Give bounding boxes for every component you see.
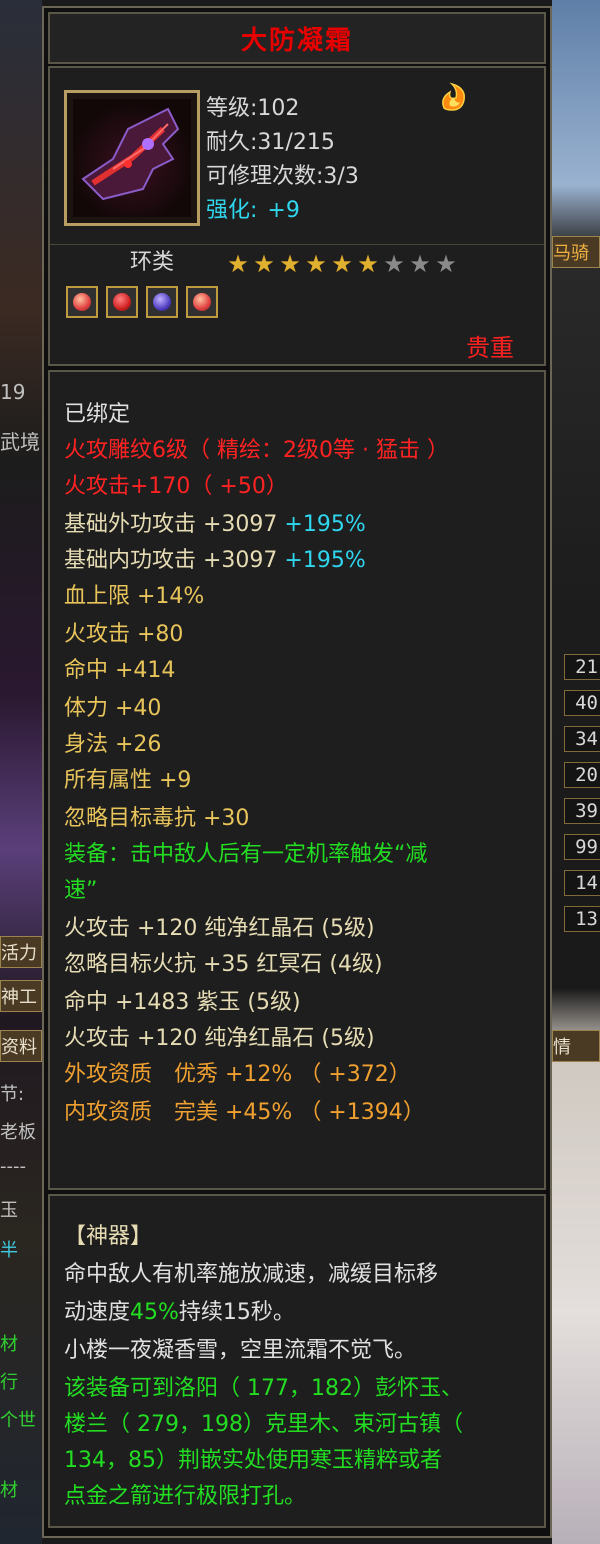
star-filled-icon: ★ bbox=[227, 250, 249, 278]
bg-stat-box: 13 bbox=[564, 906, 600, 932]
bg-text: 个世 bbox=[0, 1410, 36, 1431]
bg-text: 行 bbox=[0, 1372, 18, 1393]
outer-attack-quality: 外攻资质 优秀 +12% （ +372） bbox=[64, 1062, 411, 1087]
item-icon-frame bbox=[64, 90, 200, 226]
star-filled-icon: ★ bbox=[331, 250, 353, 278]
base-outer-attack: 基础外功攻击 +3097 +195% bbox=[64, 506, 366, 538]
bg-stat-box: 21 bbox=[564, 654, 600, 680]
bg-text: 材 bbox=[0, 1480, 18, 1501]
attributes-section: 已绑定 火攻雕纹6级（ 精绘：2级0等 · 猛击 ） 火攻击+170（ +50）… bbox=[48, 370, 546, 1190]
bg-text: 半 bbox=[0, 1240, 18, 1261]
star-rating: ★ ★ ★ ★ ★ ★ ★ ★ ★ bbox=[226, 252, 458, 276]
base-outer-attack-label: 基础外功攻击 +3097 bbox=[64, 512, 278, 537]
bg-tab[interactable]: 情 bbox=[552, 1030, 600, 1062]
engrave-line: 火攻雕纹6级（ 精绘：2级0等 · 猛击 ） bbox=[64, 438, 449, 463]
bg-text: 材 bbox=[0, 1334, 18, 1355]
red-gem-icon[interactable] bbox=[66, 286, 98, 318]
background-left-ui bbox=[0, 0, 42, 1544]
bg-stat-box: 39 bbox=[564, 798, 600, 824]
location-line: 楼兰（ 279，198）克里木、束河古镇（ bbox=[64, 1412, 463, 1437]
bg-tab[interactable]: 马骑 bbox=[552, 236, 600, 268]
effect-text: 动速度 bbox=[64, 1300, 131, 1325]
bg-stat-box: 40 bbox=[564, 690, 600, 716]
divider bbox=[50, 244, 544, 245]
ignore-poison-resist: 忽略目标毒抗 +30 bbox=[64, 806, 250, 831]
artifact-header: 【神器】 bbox=[64, 1224, 153, 1249]
all-attributes: 所有属性 +9 bbox=[64, 768, 192, 793]
item-poem: 小楼一夜凝香雪，空里流霜不觉飞。 bbox=[64, 1338, 417, 1363]
fire-attack-base: 火攻击+170（ +50） bbox=[64, 474, 288, 499]
item-name: 大防凝霜 bbox=[240, 25, 353, 56]
item-type: 环类 bbox=[130, 250, 175, 275]
effect-value: 45% bbox=[130, 1300, 179, 1325]
agility: 身法 +26 bbox=[64, 732, 162, 757]
equip-effect-line2: 速” bbox=[64, 878, 98, 903]
star-empty-icon: ★ bbox=[435, 250, 457, 278]
hit: 命中 +414 bbox=[64, 658, 176, 683]
fire-element-icon bbox=[442, 82, 465, 111]
bg-tab[interactable]: 资料 bbox=[0, 1030, 42, 1062]
item-level: 等级:102 bbox=[206, 96, 300, 121]
ring-weapon-icon bbox=[73, 99, 191, 217]
base-inner-pct: +195% bbox=[284, 548, 366, 573]
bg-stat-box: 20 bbox=[564, 762, 600, 788]
bg-tab[interactable]: 活力 bbox=[0, 936, 42, 968]
star-filled-icon: ★ bbox=[305, 250, 327, 278]
red-crystal-icon[interactable] bbox=[106, 286, 138, 318]
bg-text: 19 bbox=[0, 380, 26, 404]
star-empty-icon: ★ bbox=[409, 250, 431, 278]
artifact-effect-line1: 命中敌人有机率施放减速，减缓目标移 bbox=[64, 1262, 439, 1287]
artifact-effect-line2: 动速度45%持续15秒。 bbox=[64, 1294, 295, 1326]
location-line: 该装备可到洛阳（ 177，182）彭怀玉、 bbox=[64, 1376, 463, 1401]
stamina: 体力 +40 bbox=[64, 696, 162, 721]
bg-text: 玉 bbox=[0, 1200, 18, 1221]
effect-text: 持续15秒。 bbox=[178, 1300, 295, 1325]
inner-attack-quality: 内攻资质 完美 +45% （ +1394） bbox=[64, 1100, 425, 1125]
star-filled-icon: ★ bbox=[253, 250, 275, 278]
bg-tab[interactable]: 神工 bbox=[0, 980, 42, 1012]
red-gem-icon[interactable] bbox=[186, 286, 218, 318]
purple-gem-icon[interactable] bbox=[146, 286, 178, 318]
hp-limit: 血上限 +14% bbox=[64, 584, 205, 609]
item-durability: 耐久:31/215 bbox=[206, 130, 335, 155]
tooltip-title-bar: 大防凝霜 bbox=[48, 12, 546, 64]
gem-attribute: 忽略目标火抗 +35 红冥石 (4级) bbox=[64, 952, 383, 977]
gem-slots bbox=[66, 286, 218, 318]
enhance-label: 强化: bbox=[206, 198, 258, 223]
item-rarity: 贵重 bbox=[466, 334, 514, 362]
bg-text: 武境 bbox=[0, 430, 40, 454]
base-outer-pct: +195% bbox=[284, 512, 366, 537]
gem-attribute: 火攻击 +120 纯净红晶石 (5级) bbox=[64, 1026, 375, 1051]
star-filled-icon: ★ bbox=[357, 250, 379, 278]
item-enhance: 强化: +9 bbox=[206, 192, 300, 224]
base-inner-attack-label: 基础内功攻击 +3097 bbox=[64, 548, 278, 573]
bg-stat-box: 34 bbox=[564, 726, 600, 752]
gem-attribute: 命中 +1483 紫玉 (5级) bbox=[64, 990, 301, 1015]
item-repairs: 可修理次数:3/3 bbox=[206, 164, 359, 189]
bg-text: 老板 bbox=[0, 1122, 36, 1143]
bg-stat-box: 14 bbox=[564, 870, 600, 896]
bg-stat-box: 99 bbox=[564, 834, 600, 860]
star-filled-icon: ★ bbox=[279, 250, 301, 278]
bg-text: 节: bbox=[0, 1084, 25, 1105]
fire-attack: 火攻击 +80 bbox=[64, 622, 184, 647]
location-line: 点金之箭进行极限打孔。 bbox=[64, 1484, 307, 1509]
bound-status: 已绑定 bbox=[64, 402, 131, 427]
item-tooltip: 大防凝霜 等级:102 耐久:31/215 可修理次数:3/3 强化: +9 环… bbox=[42, 6, 552, 1538]
location-line: 134，85）荆嵌实处使用寒玉精粹或者 bbox=[64, 1448, 442, 1473]
description-section: 【神器】 命中敌人有机率施放减速，减缓目标移 动速度45%持续15秒。 小楼一夜… bbox=[48, 1194, 546, 1528]
star-empty-icon: ★ bbox=[383, 250, 405, 278]
enhance-value: +9 bbox=[267, 198, 300, 223]
base-inner-attack: 基础内功攻击 +3097 +195% bbox=[64, 542, 366, 574]
equip-effect-line1: 装备：击中敌人后有一定机率触发“减 bbox=[64, 842, 428, 867]
bg-text: ---- bbox=[0, 1156, 26, 1177]
gem-attribute: 火攻击 +120 纯净红晶石 (5级) bbox=[64, 916, 375, 941]
item-header-section: 等级:102 耐久:31/215 可修理次数:3/3 强化: +9 bbox=[48, 66, 546, 366]
